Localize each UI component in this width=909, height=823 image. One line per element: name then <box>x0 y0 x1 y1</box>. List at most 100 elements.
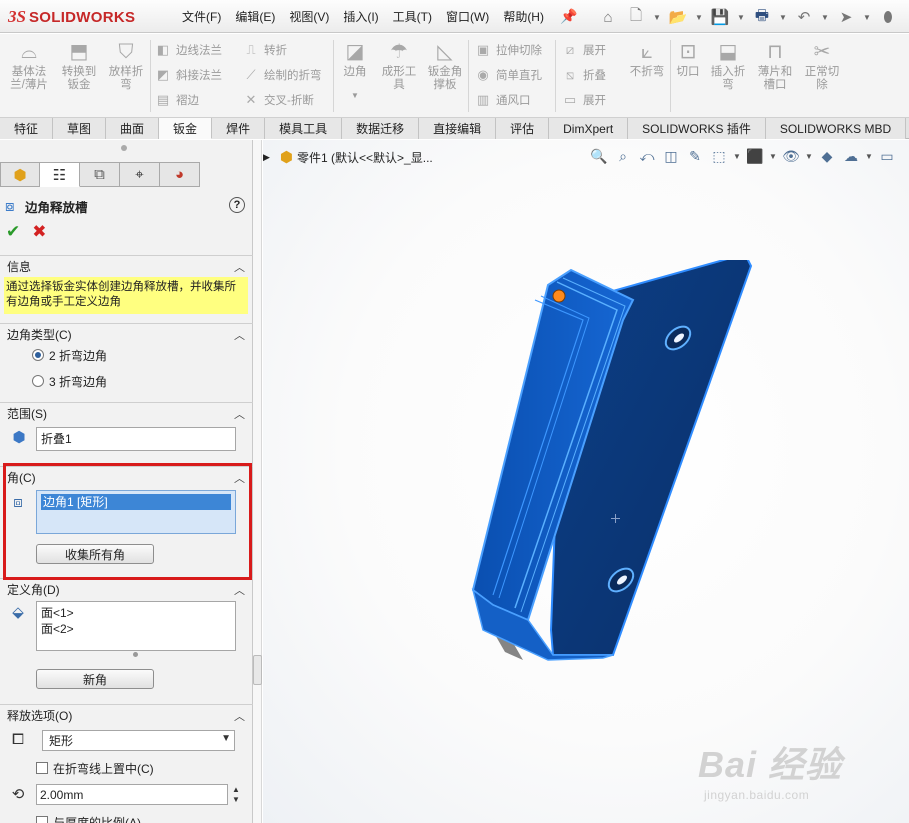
sheet-metal-gusset-button[interactable]: ◺ 钣金角 撑板 <box>420 38 470 92</box>
checkbox[interactable] <box>36 762 48 774</box>
relief-options-section-header[interactable]: 释放选项(O) ︿ <box>0 704 253 726</box>
normal-cut-button[interactable]: ✂ 正常切 除 <box>797 38 847 92</box>
chevron-down-icon[interactable]: ▼ <box>732 145 742 167</box>
pin-icon[interactable]: 📌 <box>560 8 577 25</box>
face-list-item[interactable]: 面<2> <box>41 621 231 637</box>
dynamic-annotation-icon[interactable]: ✎ <box>684 145 706 167</box>
previous-view-icon[interactable]: ⤺ <box>636 145 658 167</box>
corner-list[interactable]: 边角1 [矩形] <box>36 490 236 534</box>
jog-button[interactable]: ⎍ 转折 <box>242 40 287 60</box>
tab-and-slot-button[interactable]: ⊓ 薄片和 槽口 <box>750 38 800 92</box>
tab-dimxpert[interactable]: DimXpert <box>549 118 629 139</box>
tab-weldments[interactable]: 焊件 <box>212 118 266 139</box>
chevron-down-icon[interactable]: ▼ <box>864 145 874 167</box>
unfold-button[interactable]: ⧄ 展开 <box>561 40 606 60</box>
simple-hole-button[interactable]: ◉ 简单直孔 <box>474 65 542 85</box>
ok-check-icon[interactable]: ✔ <box>6 222 20 242</box>
convert-to-sheet-metal-button[interactable]: ⬒ 转换到 钣金 <box>54 38 104 92</box>
scope-section-header[interactable]: 范围(S) ︿ <box>0 402 253 424</box>
expand-arrow-icon[interactable]: ▶ <box>263 152 270 163</box>
cancel-x-icon[interactable]: ✖ <box>32 222 46 242</box>
collapse-caret-icon[interactable]: ︿ <box>234 470 245 486</box>
chevron-down-icon[interactable]: ▼ <box>338 89 372 102</box>
solidworks-logo[interactable]: 3S SOLIDWORKS <box>8 4 154 30</box>
configuration-manager-tab[interactable]: ⧉ <box>80 162 120 187</box>
extruded-cut-button[interactable]: ▣ 拉伸切除 <box>474 40 542 60</box>
no-bends-button[interactable]: ⟀ 不折弯 <box>622 38 672 79</box>
save-icon[interactable]: 💾 <box>708 6 732 28</box>
menu-help[interactable]: 帮助(H) <box>496 8 551 25</box>
open-folder-icon[interactable]: 📂 <box>666 6 690 28</box>
collapse-caret-icon[interactable]: ︿ <box>234 259 245 275</box>
feature-manager-tab[interactable]: ⬢ <box>0 162 40 187</box>
relief-type-select[interactable]: 矩形 ▼ <box>42 730 235 751</box>
tab-solidworks-addins[interactable]: SOLIDWORKS 插件 <box>628 118 766 139</box>
tab-sheet-metal[interactable]: 钣金 <box>159 118 213 139</box>
define-corner-section-header[interactable]: 定义角(D) ︿ <box>0 578 253 600</box>
panel-drag-dot[interactable] <box>121 145 127 151</box>
chevron-down-icon[interactable]: ▼ <box>221 733 231 744</box>
graphics-viewport[interactable]: ▶ ⬢ 零件1 (默认<<默认>_显... 🔍 ⌕ ⤺ ◫ ✎ ⬚ ▼ ⬛ ▼ … <box>263 140 909 823</box>
corners-section-header[interactable]: 角(C) ︿ <box>0 466 253 488</box>
property-manager-tab[interactable]: ☷ <box>40 162 80 187</box>
hem-button[interactable]: ▤ 褶边 <box>154 90 199 110</box>
select-pointer-icon[interactable]: ➤ <box>834 6 858 28</box>
rip-button[interactable]: ⊡ 切口 <box>672 38 704 79</box>
lofted-bend-button[interactable]: ⛉ 放样折 弯 <box>101 38 151 92</box>
panel-splitter[interactable] <box>253 140 262 823</box>
display-style-icon[interactable]: ⬛ <box>744 145 766 167</box>
apply-scene-icon[interactable]: ☁ <box>840 145 862 167</box>
fold-button[interactable]: ⧅ 折叠 <box>561 65 606 85</box>
relief-distance-input[interactable]: 2.00mm <box>36 784 228 805</box>
hide-show-items-icon[interactable]: 👁 <box>780 145 802 167</box>
print-icon[interactable]: 🖶 <box>750 6 774 28</box>
edge-flange-button[interactable]: ◧ 边线法兰 <box>154 40 222 60</box>
chevron-down-icon[interactable]: ▼ <box>778 6 788 28</box>
section-view-icon[interactable]: ◫ <box>660 145 682 167</box>
sketched-bend-button[interactable]: ⟋ 绘制的折弯 <box>242 65 321 85</box>
tab-sketch[interactable]: 草图 <box>53 118 107 139</box>
rebuild-icon[interactable]: ⬮ <box>876 6 900 28</box>
menu-window[interactable]: 窗口(W) <box>439 8 496 25</box>
collapse-caret-icon[interactable]: ︿ <box>234 582 245 598</box>
undo-icon[interactable]: ↶ <box>792 6 816 28</box>
corners-button[interactable]: ◪ 边角 ▼ <box>338 38 372 102</box>
chevron-down-icon[interactable]: ▼ <box>694 6 704 28</box>
distance-spinner[interactable]: ▲ ▼ <box>230 785 242 805</box>
collapse-caret-icon[interactable]: ︿ <box>234 406 245 422</box>
tab-evaluate[interactable]: 评估 <box>496 118 550 139</box>
flatten-button[interactable]: ▭ 展开 <box>561 90 606 110</box>
radio-button-selected[interactable] <box>32 349 44 361</box>
view-settings-icon[interactable]: ▭ <box>876 145 898 167</box>
info-section-header[interactable]: 信息 ︿ <box>0 255 253 277</box>
scope-body-field[interactable]: 折叠1 <box>36 427 236 451</box>
face-list-item[interactable]: 面<1> <box>41 605 231 621</box>
radio-3-bend-corner[interactable]: 3 折弯边角 <box>32 372 107 390</box>
options-icon[interactable]: ▦ <box>904 6 909 28</box>
forming-tool-button[interactable]: ☂ 成形工 具 <box>374 38 424 92</box>
collapse-caret-icon[interactable]: ︿ <box>234 708 245 724</box>
dimxpert-manager-tab[interactable]: ⌖ <box>120 162 160 187</box>
zoom-to-area-icon[interactable]: ⌕ <box>612 145 634 167</box>
chevron-down-icon[interactable]: ▼ <box>768 145 778 167</box>
corner-list-item[interactable]: 边角1 [矩形] <box>41 494 231 510</box>
tab-features[interactable]: 特征 <box>0 118 54 139</box>
edit-appearance-icon[interactable]: ◆ <box>816 145 838 167</box>
radio-2-bend-corner[interactable]: 2 折弯边角 <box>32 346 107 364</box>
view-orientation-icon[interactable]: ⬚ <box>708 145 730 167</box>
checkbox[interactable] <box>36 816 48 823</box>
collect-all-corners-button[interactable]: 收集所有角 <box>36 544 154 564</box>
center-on-bend-checkbox[interactable]: 在折弯线上置中(C) <box>36 759 154 777</box>
new-corner-button[interactable]: 新角 <box>36 669 154 689</box>
menu-edit[interactable]: 编辑(E) <box>228 8 282 25</box>
feature-tree-flyout[interactable]: ▶ ⬢ 零件1 (默认<<默认>_显... <box>263 148 433 166</box>
chevron-down-icon[interactable]: ▼ <box>804 145 814 167</box>
ratio-to-thickness-checkbox[interactable]: 与厚度的比例(A) <box>36 813 141 823</box>
chevron-down-icon[interactable]: ▼ <box>820 6 830 28</box>
display-manager-tab[interactable]: ◕ <box>160 162 200 187</box>
chevron-down-icon[interactable]: ▼ <box>736 6 746 28</box>
splitter-grip[interactable] <box>253 655 262 685</box>
define-corner-faces-list[interactable]: 面<1> 面<2> <box>36 601 236 651</box>
menu-insert[interactable]: 插入(I) <box>336 8 385 25</box>
tab-solidworks-mbd[interactable]: SOLIDWORKS MBD <box>765 118 907 139</box>
